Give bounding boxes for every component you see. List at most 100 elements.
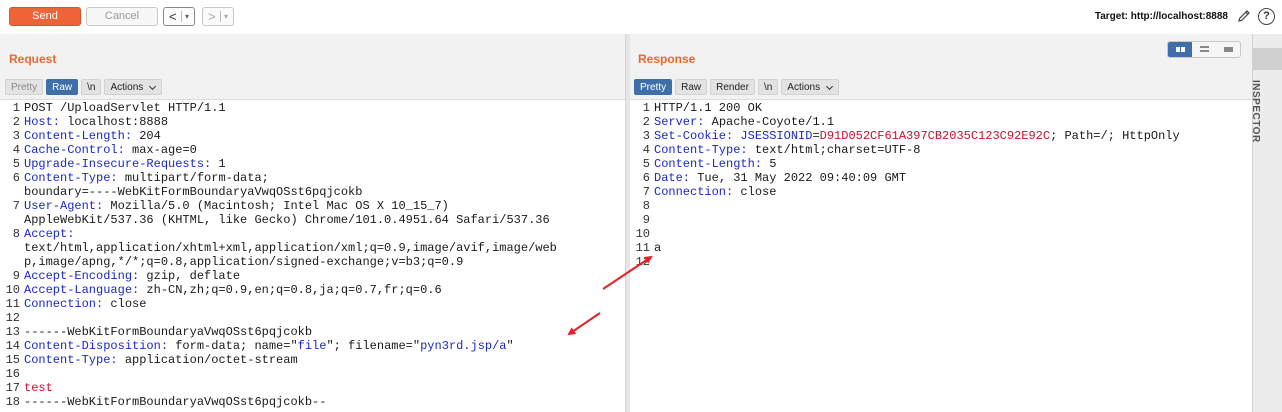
- layout-stacked-button[interactable]: [1192, 42, 1216, 57]
- code-line[interactable]: AppleWebKit/537.36 (KHTML, like Gecko) C…: [0, 213, 625, 227]
- code-line[interactable]: 8 Accept:: [0, 227, 625, 241]
- code-token: multipart/form-data;: [117, 171, 269, 185]
- code-line[interactable]: 6 Date: Tue, 31 May 2022 09:40:09 GMT: [630, 171, 1252, 185]
- code-line[interactable]: boundary=----WebKitFormBoundaryaVwqOSst6…: [0, 185, 625, 199]
- line-number: 15: [5, 353, 20, 367]
- header-name: Upgrade-Insecure-Requests:: [24, 157, 212, 171]
- header-name: Content-Disposition:: [24, 339, 169, 353]
- code-line[interactable]: 3 Content-Length: 204: [0, 129, 625, 143]
- code-line[interactable]: 1 HTTP/1.1 200 OK: [630, 101, 1252, 115]
- code-token: ; Path=/; HttpOnly: [1050, 129, 1180, 143]
- code-line[interactable]: 17 test: [0, 381, 625, 395]
- chevron-down-icon[interactable]: ▾: [224, 8, 228, 25]
- code-line[interactable]: 12: [0, 311, 625, 325]
- code-text: Server: Apache-Coyote/1.1: [654, 115, 834, 129]
- tab-pretty[interactable]: Pretty: [5, 79, 44, 95]
- line-number: 8: [12, 227, 20, 241]
- inspector-label: INSPECTOR: [1250, 80, 1261, 143]
- code-line[interactable]: p,image/apng,*/*;q=0.8,application/signe…: [0, 255, 625, 269]
- code-token: Tue, 31 May 2022 09:40:09 GMT: [690, 171, 907, 185]
- line-number: 14: [5, 339, 20, 353]
- code-line[interactable]: 5 Upgrade-Insecure-Requests: 1: [0, 157, 625, 171]
- tab-render[interactable]: Render: [710, 79, 755, 95]
- code-text: Host: localhost:8888: [24, 115, 168, 129]
- code-token: POST /UploadServlet HTTP/1.1: [24, 101, 226, 115]
- code-line[interactable]: 15 Content-Type: application/octet-stream: [0, 353, 625, 367]
- tab-raw[interactable]: Raw: [675, 79, 708, 95]
- tab-pretty[interactable]: Pretty: [634, 79, 673, 95]
- actions-dropdown[interactable]: Actions: [104, 79, 163, 95]
- edit-icon[interactable]: [1236, 8, 1252, 24]
- code-line[interactable]: 12: [630, 255, 1252, 269]
- line-number: 17: [5, 381, 20, 395]
- code-text: Content-Disposition: form-data; name="fi…: [24, 339, 514, 353]
- header-name: Content-Length:: [654, 157, 763, 171]
- code-line[interactable]: 2 Server: Apache-Coyote/1.1: [630, 115, 1252, 129]
- code-token: 5: [762, 157, 777, 171]
- code-line[interactable]: 2 Host: localhost:8888: [0, 115, 625, 129]
- response-editor[interactable]: 1 HTTP/1.1 200 OK 2 Server: Apache-Coyote/1…: [630, 99, 1252, 412]
- code-line[interactable]: 1 POST /UploadServlet HTTP/1.1: [0, 101, 625, 115]
- code-token: gzip, deflate: [139, 269, 241, 283]
- code-text: Connection: close: [24, 297, 146, 311]
- code-line[interactable]: 9 Accept-Encoding: gzip, deflate: [0, 269, 625, 283]
- chevron-right-icon: >: [208, 9, 216, 24]
- code-line[interactable]: 7 Connection: close: [630, 185, 1252, 199]
- header-name: Accept-Encoding:: [24, 269, 140, 283]
- code-token: localhost:8888: [60, 115, 169, 129]
- tab-raw[interactable]: Raw: [46, 79, 79, 95]
- code-line[interactable]: 7 User-Agent: Mozilla/5.0 (Macintosh; Int…: [0, 199, 625, 213]
- code-line[interactable]: 6 Content-Type: multipart/form-data;: [0, 171, 625, 185]
- layout-toggle: [1167, 41, 1241, 58]
- code-text: Accept-Encoding: gzip, deflate: [24, 269, 240, 283]
- inspector-scrollbar[interactable]: [1252, 48, 1282, 70]
- code-token: AppleWebKit/537.36 (KHTML, like Gecko) C…: [24, 213, 550, 227]
- tab-newline[interactable]: \n: [81, 79, 102, 95]
- code-line[interactable]: 11 a: [630, 241, 1252, 255]
- code-line[interactable]: 8: [630, 199, 1252, 213]
- line-number: 13: [5, 325, 20, 339]
- code-line[interactable]: 16: [0, 367, 625, 381]
- code-line[interactable]: 4 Content-Type: text/html;charset=UTF-8: [630, 143, 1252, 157]
- line-number: 16: [5, 367, 20, 381]
- code-line[interactable]: 11 Connection: close: [0, 297, 625, 311]
- code-token: form-data; name=": [168, 339, 298, 353]
- header-name: Accept:: [24, 227, 75, 241]
- code-token: Mozilla/5.0 (Macintosh; Intel Mac OS X 1…: [103, 199, 449, 213]
- code-line[interactable]: 14 Content-Disposition: form-data; name="…: [0, 339, 625, 353]
- line-number: 1: [642, 101, 650, 115]
- code-token: close: [103, 297, 147, 311]
- send-button[interactable]: Send: [9, 7, 81, 26]
- cancel-button[interactable]: Cancel: [86, 7, 158, 26]
- tab-newline[interactable]: \n: [757, 79, 779, 95]
- forward-button[interactable]: > ▾: [202, 7, 234, 26]
- line-number: 11: [5, 297, 20, 311]
- request-title: Request: [9, 52, 57, 66]
- code-text: Content-Type: multipart/form-data;: [24, 171, 269, 185]
- chevron-down-icon[interactable]: ▾: [185, 8, 189, 25]
- code-line[interactable]: text/html,application/xhtml+xml,applicat…: [0, 241, 625, 255]
- code-line[interactable]: 13 ------WebKitFormBoundaryaVwqOSst6pqjco…: [0, 325, 625, 339]
- actions-dropdown[interactable]: Actions: [781, 79, 840, 95]
- layout-single-button[interactable]: [1216, 42, 1240, 57]
- code-text: p,image/apng,*/*;q=0.8,application/signe…: [24, 255, 463, 269]
- code-line[interactable]: 18 ------WebKitFormBoundaryaVwqOSst6pqjco…: [0, 395, 625, 409]
- line-number: 12: [5, 311, 20, 325]
- line-number: 5: [642, 157, 650, 171]
- line-number: 6: [642, 171, 650, 185]
- code-line[interactable]: 10 Accept-Language: zh-CN,zh;q=0.9,en;q=0…: [0, 283, 625, 297]
- code-line[interactable]: 10: [630, 227, 1252, 241]
- request-editor[interactable]: 1 POST /UploadServlet HTTP/1.1 2 Host: loca…: [0, 99, 625, 412]
- code-line[interactable]: 9: [630, 213, 1252, 227]
- code-token: HTTP/1.1 200 OK: [654, 101, 763, 115]
- help-icon[interactable]: ?: [1258, 8, 1275, 25]
- code-line[interactable]: 5 Content-Length: 5: [630, 157, 1252, 171]
- line-number: 7: [12, 199, 20, 213]
- target-label: Target: http://localhost:8888: [1094, 11, 1228, 22]
- code-line[interactable]: 4 Cache-Control: max-age=0: [0, 143, 625, 157]
- layout-split-button[interactable]: [1168, 42, 1192, 57]
- code-line[interactable]: 3 Set-Cookie: JSESSIONID=D91D052CF61A397C…: [630, 129, 1252, 143]
- back-button[interactable]: < ▾: [163, 7, 195, 26]
- code-token: ": [506, 339, 514, 353]
- code-text: Upgrade-Insecure-Requests: 1: [24, 157, 226, 171]
